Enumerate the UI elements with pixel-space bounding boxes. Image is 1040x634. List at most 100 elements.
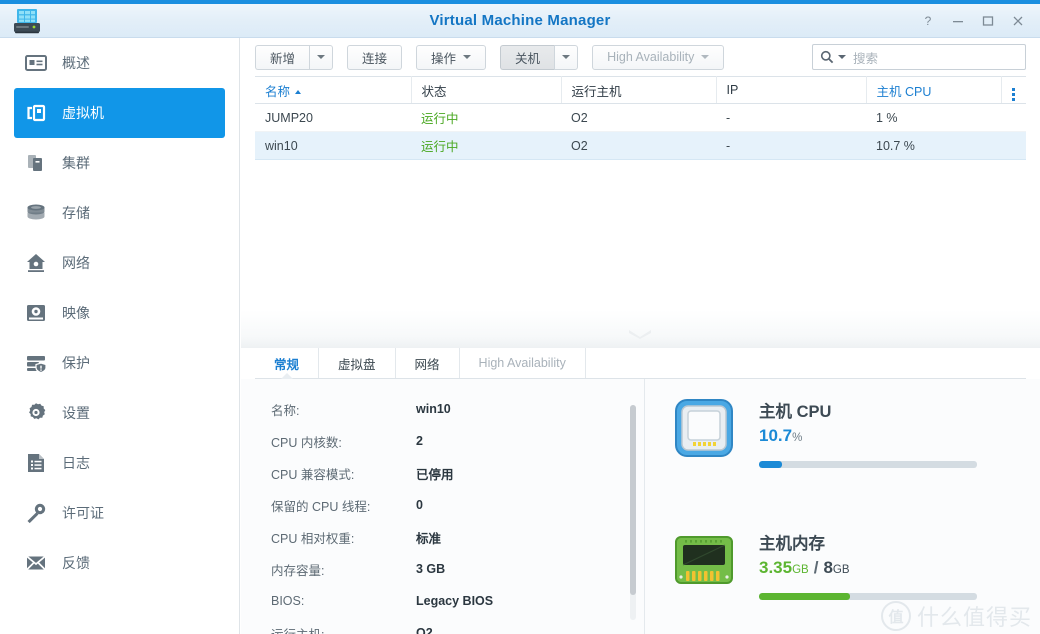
cpu-usage-unit: %	[792, 432, 803, 444]
license-key-icon	[22, 499, 50, 527]
connect-button[interactable]: 连接	[347, 44, 403, 70]
sidebar-item-cluster[interactable]: 集群	[14, 138, 225, 188]
resource-gauges: 主机 CPU 10.7% 主机内存 3.35GB / 8GB 值 什么值得买	[645, 379, 1040, 634]
table-row[interactable]: JUMP20 运行中 O2 - 1 %	[255, 103, 1026, 132]
property-value: Legacy BIOS	[416, 594, 494, 608]
sidebar-item-settings[interactable]: 设置	[14, 388, 225, 438]
sidebar-item-label: 存储	[62, 205, 90, 221]
memory-total-number: 8	[823, 558, 833, 577]
column-options-button[interactable]	[1001, 76, 1026, 104]
column-header-label: 名称	[265, 84, 291, 99]
toolbar: 新增 连接 操作 关机 High Availability 搜索	[241, 38, 1040, 76]
vm-table: 名称 状态 运行主机 IP 主机 CPU JUMP20 运行中 O2 - 1 %…	[255, 76, 1026, 160]
sidebar-item-storage[interactable]: 存储	[14, 188, 225, 238]
property-label: 保留的 CPU 线程:	[271, 499, 371, 514]
property-value: 标准	[416, 531, 442, 546]
table-header-row: 名称 状态 运行主机 IP 主机 CPU	[255, 76, 1026, 104]
property-label: CPU 内核数:	[271, 435, 342, 450]
shutdown-button[interactable]: 关机	[500, 44, 555, 70]
cell-state: 运行中	[411, 131, 561, 160]
cell-host: O2	[561, 103, 716, 132]
panel-splitter[interactable]	[241, 310, 1040, 348]
property-label: 运行主机:	[241, 624, 416, 634]
tab-virtual-disk[interactable]: 虚拟盘	[319, 348, 396, 378]
sidebar-item-label: 映像	[62, 305, 90, 321]
watermark-mark: 值	[880, 601, 911, 631]
create-dropdown-arrow[interactable]	[309, 44, 334, 70]
sidebar: 概述 虚拟机 集群 存储 网络 映像 保护 设置 日志 许可证 反馈	[0, 38, 240, 634]
sidebar-item-log[interactable]: 日志	[14, 438, 225, 488]
storage-database-icon	[22, 199, 50, 227]
sidebar-item-label: 虚拟机	[62, 105, 104, 121]
column-header-host[interactable]: 运行主机	[561, 76, 717, 104]
close-button[interactable]	[1004, 8, 1032, 34]
cell-ip: -	[716, 131, 866, 160]
gauge-value: 10.7%	[759, 424, 977, 450]
sidebar-item-license[interactable]: 许可证	[14, 488, 225, 538]
sidebar-item-label: 保护	[62, 355, 90, 371]
column-header-host-cpu[interactable]: 主机 CPU	[866, 76, 1002, 104]
chevron-down-icon	[463, 55, 472, 59]
tab-general[interactable]: 常规	[255, 348, 320, 378]
sidebar-item-network[interactable]: 网络	[14, 238, 225, 288]
cell-spacer	[1001, 103, 1026, 132]
vmm-window: Virtual Machine Manager ? 概述 虚拟机 集群 存储 网…	[0, 0, 1040, 634]
column-header-ip[interactable]: IP	[716, 76, 867, 104]
chevron-down-icon[interactable]	[838, 55, 846, 59]
sidebar-item-label: 集群	[62, 155, 90, 171]
table-row[interactable]: win10 运行中 O2 - 10.7 %	[255, 131, 1026, 160]
property-row: 运行主机: O2	[241, 617, 644, 634]
sidebar-item-protection[interactable]: 保护	[14, 338, 225, 388]
cpu-progress-fill	[759, 461, 783, 468]
minimize-button[interactable]	[944, 8, 972, 34]
maximize-button[interactable]	[974, 8, 1002, 34]
property-value: 已停用	[416, 467, 454, 482]
memory-progress-track	[759, 593, 977, 600]
title-bar: Virtual Machine Manager ?	[0, 4, 1040, 38]
vm-list: 名称 状态 运行主机 IP 主机 CPU JUMP20 运行中 O2 - 1 %…	[255, 76, 1026, 346]
host-cpu-gauge: 主机 CPU 10.7%	[673, 397, 977, 468]
sidebar-item-overview[interactable]: 概述	[14, 38, 225, 88]
detail-scrollbar[interactable]	[630, 405, 636, 620]
shutdown-dropdown-arrow[interactable]	[554, 44, 579, 70]
property-value: O2	[416, 626, 433, 634]
chevron-down-icon[interactable]	[627, 326, 653, 339]
action-button-label: 操作	[431, 51, 457, 66]
property-value: 0	[416, 498, 423, 512]
action-button-group: 操作	[416, 44, 487, 70]
svg-text:?: ?	[925, 14, 932, 28]
search-icon	[820, 50, 834, 64]
create-button[interactable]: 新增	[255, 44, 310, 70]
scrollbar-thumb[interactable]	[630, 405, 636, 595]
column-header-name[interactable]: 名称	[255, 76, 412, 104]
gauge-title: 主机 CPU	[759, 403, 832, 421]
property-row: 保留的 CPU 线程: 0	[241, 489, 644, 521]
overview-card-icon	[22, 49, 50, 77]
sidebar-item-image[interactable]: 映像	[14, 288, 225, 338]
property-label: 内存容量:	[271, 563, 325, 578]
sidebar-item-feedback[interactable]: 反馈	[14, 538, 225, 588]
column-header-state[interactable]: 状态	[411, 76, 562, 104]
property-row: 名称: win10	[241, 393, 644, 425]
gauge-title: 主机内存	[759, 535, 825, 553]
host-memory-gauge: 主机内存 3.35GB/8GB	[673, 529, 977, 600]
high-availability-label: High Availability	[607, 50, 695, 64]
sidebar-item-virtual-machine[interactable]: 虚拟机	[14, 88, 225, 138]
high-availability-button[interactable]: High Availability	[592, 44, 725, 70]
chevron-down-icon	[317, 55, 326, 59]
search-input[interactable]: 搜索	[853, 48, 878, 67]
search-box[interactable]: 搜索	[812, 44, 1026, 70]
shutdown-button-group: 关机	[500, 44, 579, 70]
help-button[interactable]: ?	[914, 8, 942, 34]
memory-total-unit: GB	[832, 564, 850, 576]
gauge-value: 3.35GB/8GB	[759, 556, 977, 582]
tab-network[interactable]: 网络	[396, 348, 460, 378]
cell-spacer	[1001, 131, 1026, 160]
tab-high-availability[interactable]: High Availability	[460, 348, 586, 378]
property-value: win10	[416, 402, 451, 416]
cell-host-cpu: 1 %	[866, 103, 1001, 132]
action-button[interactable]: 操作	[416, 44, 487, 70]
property-value: 3 GB	[416, 562, 446, 576]
detail-tabs: 常规 虚拟盘 网络 High Availability	[255, 348, 1026, 379]
sidebar-item-label: 反馈	[62, 555, 90, 571]
